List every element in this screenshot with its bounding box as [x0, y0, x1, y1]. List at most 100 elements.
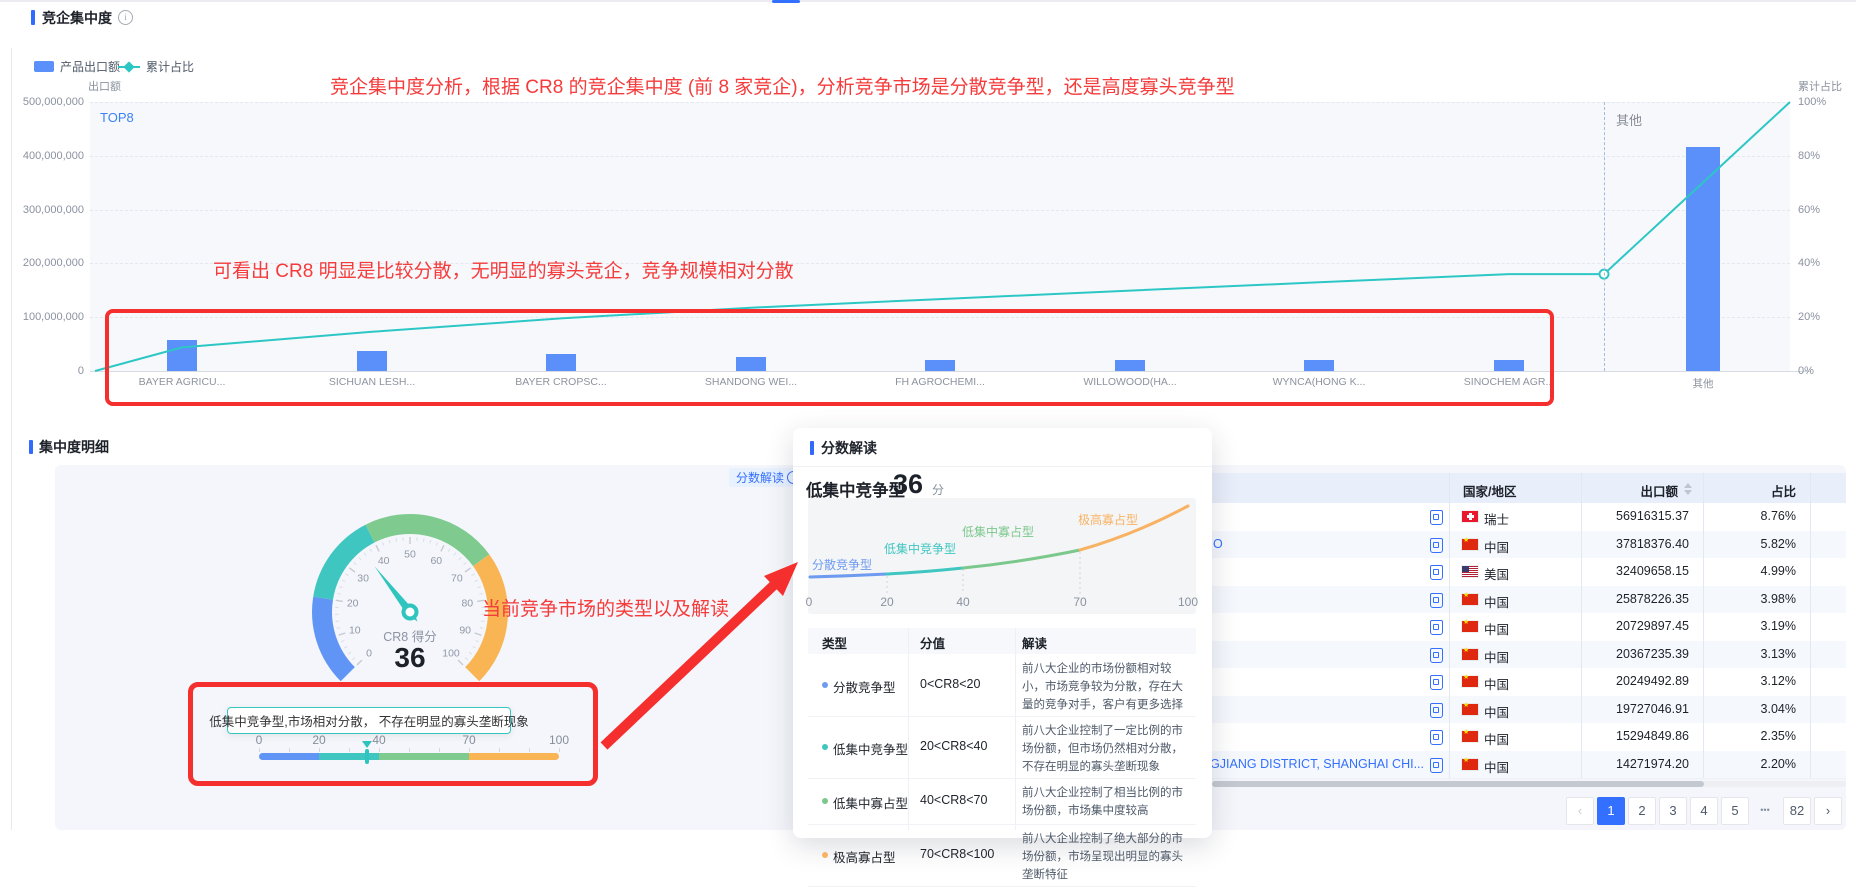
- x-axis-category-label: BAYER CROPSC...: [481, 376, 641, 388]
- export-value: 20367235.39: [1581, 647, 1689, 661]
- y-axis-title: 出口额: [88, 78, 121, 94]
- country-name: 中国: [1484, 647, 1509, 666]
- scale-tick-label: 70: [454, 733, 484, 747]
- export-value: 32409658.15: [1581, 564, 1689, 578]
- scale-tick-label: 100: [544, 733, 574, 747]
- page-button[interactable]: 3: [1659, 797, 1687, 825]
- legend-line-diamond-icon[interactable]: [123, 61, 134, 72]
- compare-icon[interactable]: [1430, 758, 1443, 773]
- scale-marker-icon[interactable]: [362, 741, 372, 748]
- compare-icon[interactable]: [1430, 703, 1443, 718]
- page-next-button[interactable]: ›: [1814, 797, 1842, 825]
- compare-icon[interactable]: [1430, 538, 1443, 553]
- scale-zone-segment: [469, 753, 559, 760]
- popup-score-unit: 分: [932, 481, 944, 498]
- share-value: 3.98%: [1703, 592, 1796, 606]
- svg-text:70: 70: [451, 573, 463, 585]
- country-flag-icon: ★: [1462, 649, 1478, 660]
- x-axis-category-label: SHANDONG WEI...: [671, 376, 831, 388]
- popup-row-type: 分散竞争型: [833, 677, 896, 696]
- compare-icon[interactable]: [1430, 593, 1443, 608]
- annotation-top: 竞企集中度分析，根据 CR8 的竞企集中度 (前 8 家竞企)，分析竞争市场是分…: [330, 72, 1235, 99]
- compare-icon[interactable]: [1430, 648, 1443, 663]
- legend-line-label[interactable]: 累计占比: [146, 58, 194, 75]
- score-explain-badge-label: 分数解读: [736, 469, 784, 486]
- zone-top8-label: TOP8: [100, 110, 134, 125]
- svg-text:80: 80: [461, 598, 473, 610]
- export-value: 20249492.89: [1581, 674, 1689, 688]
- zone-dot-icon: [822, 744, 828, 750]
- pareto-plot-background: [90, 102, 1790, 371]
- compare-icon[interactable]: [1430, 510, 1443, 525]
- scale-tick-mark: [289, 748, 290, 752]
- popup-table-header-row: [808, 628, 1196, 654]
- top-edge-line: [0, 0, 1856, 2]
- popup-row-type: 极高寡占型: [833, 847, 896, 866]
- page-button[interactable]: 1: [1597, 797, 1625, 825]
- share-value: 2.35%: [1703, 729, 1796, 743]
- legend-bar-swatch[interactable]: [34, 61, 54, 72]
- y2-axis-tick: 20%: [1798, 311, 1820, 323]
- curve-zone-label: 分散竞争型: [812, 556, 872, 573]
- export-value: 14271974.20: [1581, 757, 1689, 771]
- share-value: 2.20%: [1703, 757, 1796, 771]
- country-flag-icon: ★: [1462, 759, 1478, 770]
- page-button[interactable]: 4: [1690, 797, 1718, 825]
- popup-row-score: 0<CR8<20: [920, 677, 980, 691]
- page-ellipsis[interactable]: •••: [1752, 797, 1778, 823]
- sort-asc-icon[interactable]: [1684, 483, 1692, 488]
- content-left-edge: [11, 48, 12, 830]
- popup-accent-bar: [810, 441, 814, 455]
- country-flag-icon: [1462, 566, 1478, 577]
- curve-x-tick: 0: [794, 595, 824, 609]
- x-axis-category-label: WYNCA(HONG K...: [1239, 376, 1399, 388]
- country-name: 美国: [1484, 564, 1509, 583]
- popup-row-score: 40<CR8<70: [920, 793, 987, 807]
- y2-axis-tick: 40%: [1798, 257, 1820, 269]
- scale-tick-mark: [319, 748, 320, 752]
- zone-dot-icon: [822, 852, 828, 858]
- share-value: 3.13%: [1703, 647, 1796, 661]
- zone-dot-icon: [822, 798, 828, 804]
- popup-row-desc: 前八大企业控制了绝大部分的市场份额，市场呈现出明显的寡头垄断特征: [1022, 831, 1190, 884]
- country-name: 中国: [1484, 702, 1509, 721]
- company-link[interactable]: O: [1213, 537, 1223, 551]
- popup-title: 分数解读: [821, 438, 877, 458]
- annotation-mid: 可看出 CR8 明显是比较分散，无明显的寡头竞企，竞争规模相对分散: [213, 256, 794, 283]
- country-name: 中国: [1484, 729, 1509, 748]
- popup-divider: [793, 466, 1212, 467]
- compare-icon[interactable]: [1430, 730, 1443, 745]
- export-value: 56916315.37: [1581, 509, 1689, 523]
- legend-bar-label[interactable]: 产品出口额: [60, 58, 120, 75]
- scale-tick-mark: [559, 748, 560, 752]
- y-axis-tick: 500,000,000: [4, 96, 84, 108]
- scale-tick-mark: [259, 748, 260, 752]
- share-value: 3.04%: [1703, 702, 1796, 716]
- compare-icon[interactable]: [1430, 675, 1443, 690]
- compare-icon[interactable]: [1430, 565, 1443, 580]
- sort-desc-icon[interactable]: [1684, 490, 1692, 495]
- popup-table-header-cell: 解读: [1022, 633, 1047, 652]
- scale-marker-tick[interactable]: [365, 749, 369, 764]
- page-button[interactable]: 5: [1721, 797, 1749, 825]
- scale-tick-mark: [529, 748, 530, 752]
- scale-zone-segment: [259, 753, 319, 760]
- zone-divider-line: [1604, 102, 1605, 371]
- popup-row-type: 低集中寡占型: [833, 793, 908, 812]
- info-icon[interactable]: i: [118, 10, 133, 25]
- compare-icon[interactable]: [1430, 620, 1443, 635]
- page-prev-button[interactable]: ‹: [1566, 797, 1594, 825]
- section2-title: 集中度明细: [39, 437, 109, 457]
- country-name: 中国: [1484, 619, 1509, 638]
- page-button[interactable]: 2: [1628, 797, 1656, 825]
- page-button[interactable]: 82: [1783, 797, 1811, 825]
- section1-title: 竞企集中度: [42, 8, 112, 28]
- curve-zone-label: 低集中竞争型: [884, 540, 956, 557]
- y-axis-tick: 200,000,000: [4, 257, 84, 269]
- scale-tick-label: 0: [244, 733, 274, 747]
- country-name: 中国: [1484, 537, 1509, 556]
- export-bar: [546, 354, 576, 371]
- scroll-indicator[interactable]: [772, 0, 800, 3]
- popup-row-score: 70<CR8<100: [920, 847, 994, 861]
- hscrollbar-thumb[interactable]: [1212, 781, 1704, 787]
